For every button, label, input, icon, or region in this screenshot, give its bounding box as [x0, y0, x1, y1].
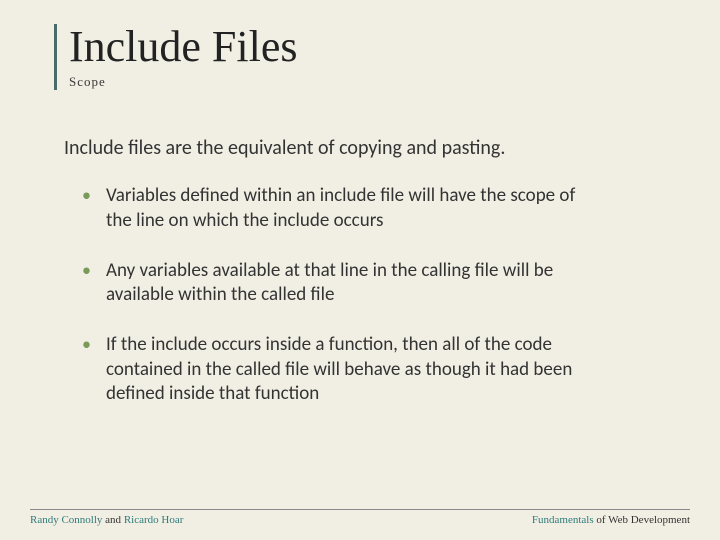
- title-block: Include Files Scope: [54, 24, 666, 90]
- list-item: Variables defined within an include file…: [82, 184, 602, 233]
- slide-title: Include Files: [69, 24, 666, 70]
- book-title-part: Fundamentals: [532, 514, 596, 526]
- footer-rule: [30, 509, 690, 510]
- intro-text: Include files are the equivalent of copy…: [64, 136, 666, 160]
- slide-subtitle: Scope: [69, 74, 666, 90]
- author-name: Randy Connolly: [30, 514, 105, 526]
- author-name: Ricardo Hoar: [124, 514, 184, 526]
- footer-right: Fundamentals of Web Development: [532, 514, 690, 526]
- footer: Randy Connolly and Ricardo Hoar Fundamen…: [30, 509, 690, 526]
- list-item: Any variables available at that line in …: [82, 259, 602, 308]
- footer-text: and: [105, 514, 124, 526]
- bullet-list: Variables defined within an include file…: [82, 184, 666, 406]
- book-title-part: of Web Development: [596, 514, 690, 526]
- list-item: If the include occurs inside a function,…: [82, 333, 602, 406]
- footer-row: Randy Connolly and Ricardo Hoar Fundamen…: [30, 514, 690, 526]
- footer-left: Randy Connolly and Ricardo Hoar: [30, 514, 183, 526]
- slide: Include Files Scope Include files are th…: [0, 0, 720, 540]
